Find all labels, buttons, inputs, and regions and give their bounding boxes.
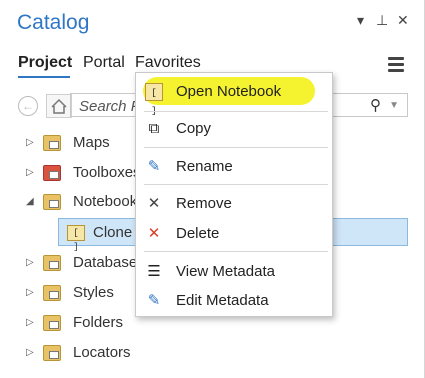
back-arrow-icon[interactable]: ← xyxy=(18,96,38,116)
expand-arrow-icon[interactable]: ▷ xyxy=(26,347,34,358)
tree-item-label: Maps xyxy=(73,134,110,151)
home-icon[interactable] xyxy=(46,94,72,118)
open-notebook-icon: [ ] xyxy=(145,83,163,116)
menu-separator xyxy=(144,251,328,252)
menu-separator xyxy=(144,184,328,185)
expand-arrow-icon[interactable]: ▷ xyxy=(26,167,34,178)
tree-item-label: Clone xyxy=(93,224,133,241)
menu-item-label: Rename xyxy=(176,158,233,175)
menu-item-open-notebook[interactable]: [ ] Open Notebook xyxy=(136,78,332,116)
remove-icon: ✕ xyxy=(147,195,161,212)
delete-icon: ✕ xyxy=(147,225,161,242)
menu-item-label: Remove xyxy=(176,195,232,212)
folders-folder-icon xyxy=(43,315,61,331)
menu-item-copy[interactable]: ⧉ Copy xyxy=(136,115,332,143)
menu-item-label: Open Notebook xyxy=(176,83,282,100)
menu-separator xyxy=(144,111,328,112)
maps-folder-icon xyxy=(43,135,61,151)
menu-item-view-metadata[interactable]: ☰ View Metadata xyxy=(136,258,332,286)
search-icon[interactable]: ⚲ xyxy=(370,96,381,114)
tree-item-label: Locators xyxy=(73,344,131,361)
expand-arrow-icon[interactable]: ▷ xyxy=(26,287,34,298)
menu-separator xyxy=(144,147,328,148)
database-folder-icon xyxy=(43,255,61,271)
tab-project[interactable]: Project xyxy=(18,54,72,72)
view-metadata-icon: ☰ xyxy=(147,263,161,280)
tree-item-label: Styles xyxy=(73,284,114,301)
menu-item-label: Edit Metadata xyxy=(176,292,269,309)
collapse-arrow-icon[interactable]: ◢ xyxy=(26,196,34,207)
tree-item-label: Databases xyxy=(73,254,145,271)
expand-arrow-icon[interactable]: ▷ xyxy=(26,137,34,148)
tab-portal[interactable]: Portal xyxy=(83,54,125,72)
context-menu: [ ] Open Notebook ⧉ Copy ✎ Rename ✕ Remo… xyxy=(135,72,333,317)
notebooks-folder-icon xyxy=(43,194,61,210)
styles-folder-icon xyxy=(43,285,61,301)
tree-item-locators[interactable]: ▷ Locators xyxy=(0,339,407,367)
notebook-icon: [ ] xyxy=(67,225,85,252)
copy-icon: ⧉ xyxy=(148,120,160,137)
menu-item-remove[interactable]: ✕ Remove xyxy=(136,190,332,218)
menu-item-label: View Metadata xyxy=(176,263,275,280)
hamburger-menu-icon[interactable] xyxy=(388,57,404,75)
pane-options-icon[interactable]: ▾ xyxy=(357,12,364,29)
menu-item-delete[interactable]: ✕ Delete xyxy=(136,220,332,248)
pin-icon[interactable]: ⊥ xyxy=(376,12,388,29)
rename-icon: ✎ xyxy=(147,158,161,175)
expand-arrow-icon[interactable]: ▷ xyxy=(26,257,34,268)
locators-folder-icon xyxy=(43,345,61,361)
menu-item-label: Copy xyxy=(176,120,212,137)
active-tab-indicator xyxy=(18,76,70,78)
tree-item-label: Folders xyxy=(73,314,124,331)
tab-favorites[interactable]: Favorites xyxy=(135,54,201,72)
chevron-down-icon[interactable]: ▼ xyxy=(389,100,399,111)
close-icon[interactable]: ✕ xyxy=(397,12,409,29)
pane-title: Catalog xyxy=(17,11,90,34)
expand-arrow-icon[interactable]: ▷ xyxy=(26,317,34,328)
edit-metadata-icon: ✎ xyxy=(147,292,161,309)
tree-item-label: Toolboxes xyxy=(73,164,141,181)
tree-item-label: Notebooks xyxy=(73,193,145,210)
menu-item-edit-metadata[interactable]: ✎ Edit Metadata xyxy=(136,287,332,315)
menu-item-label: Delete xyxy=(176,225,220,242)
toolbox-folder-icon xyxy=(43,165,61,181)
menu-item-rename[interactable]: ✎ Rename xyxy=(136,153,332,181)
